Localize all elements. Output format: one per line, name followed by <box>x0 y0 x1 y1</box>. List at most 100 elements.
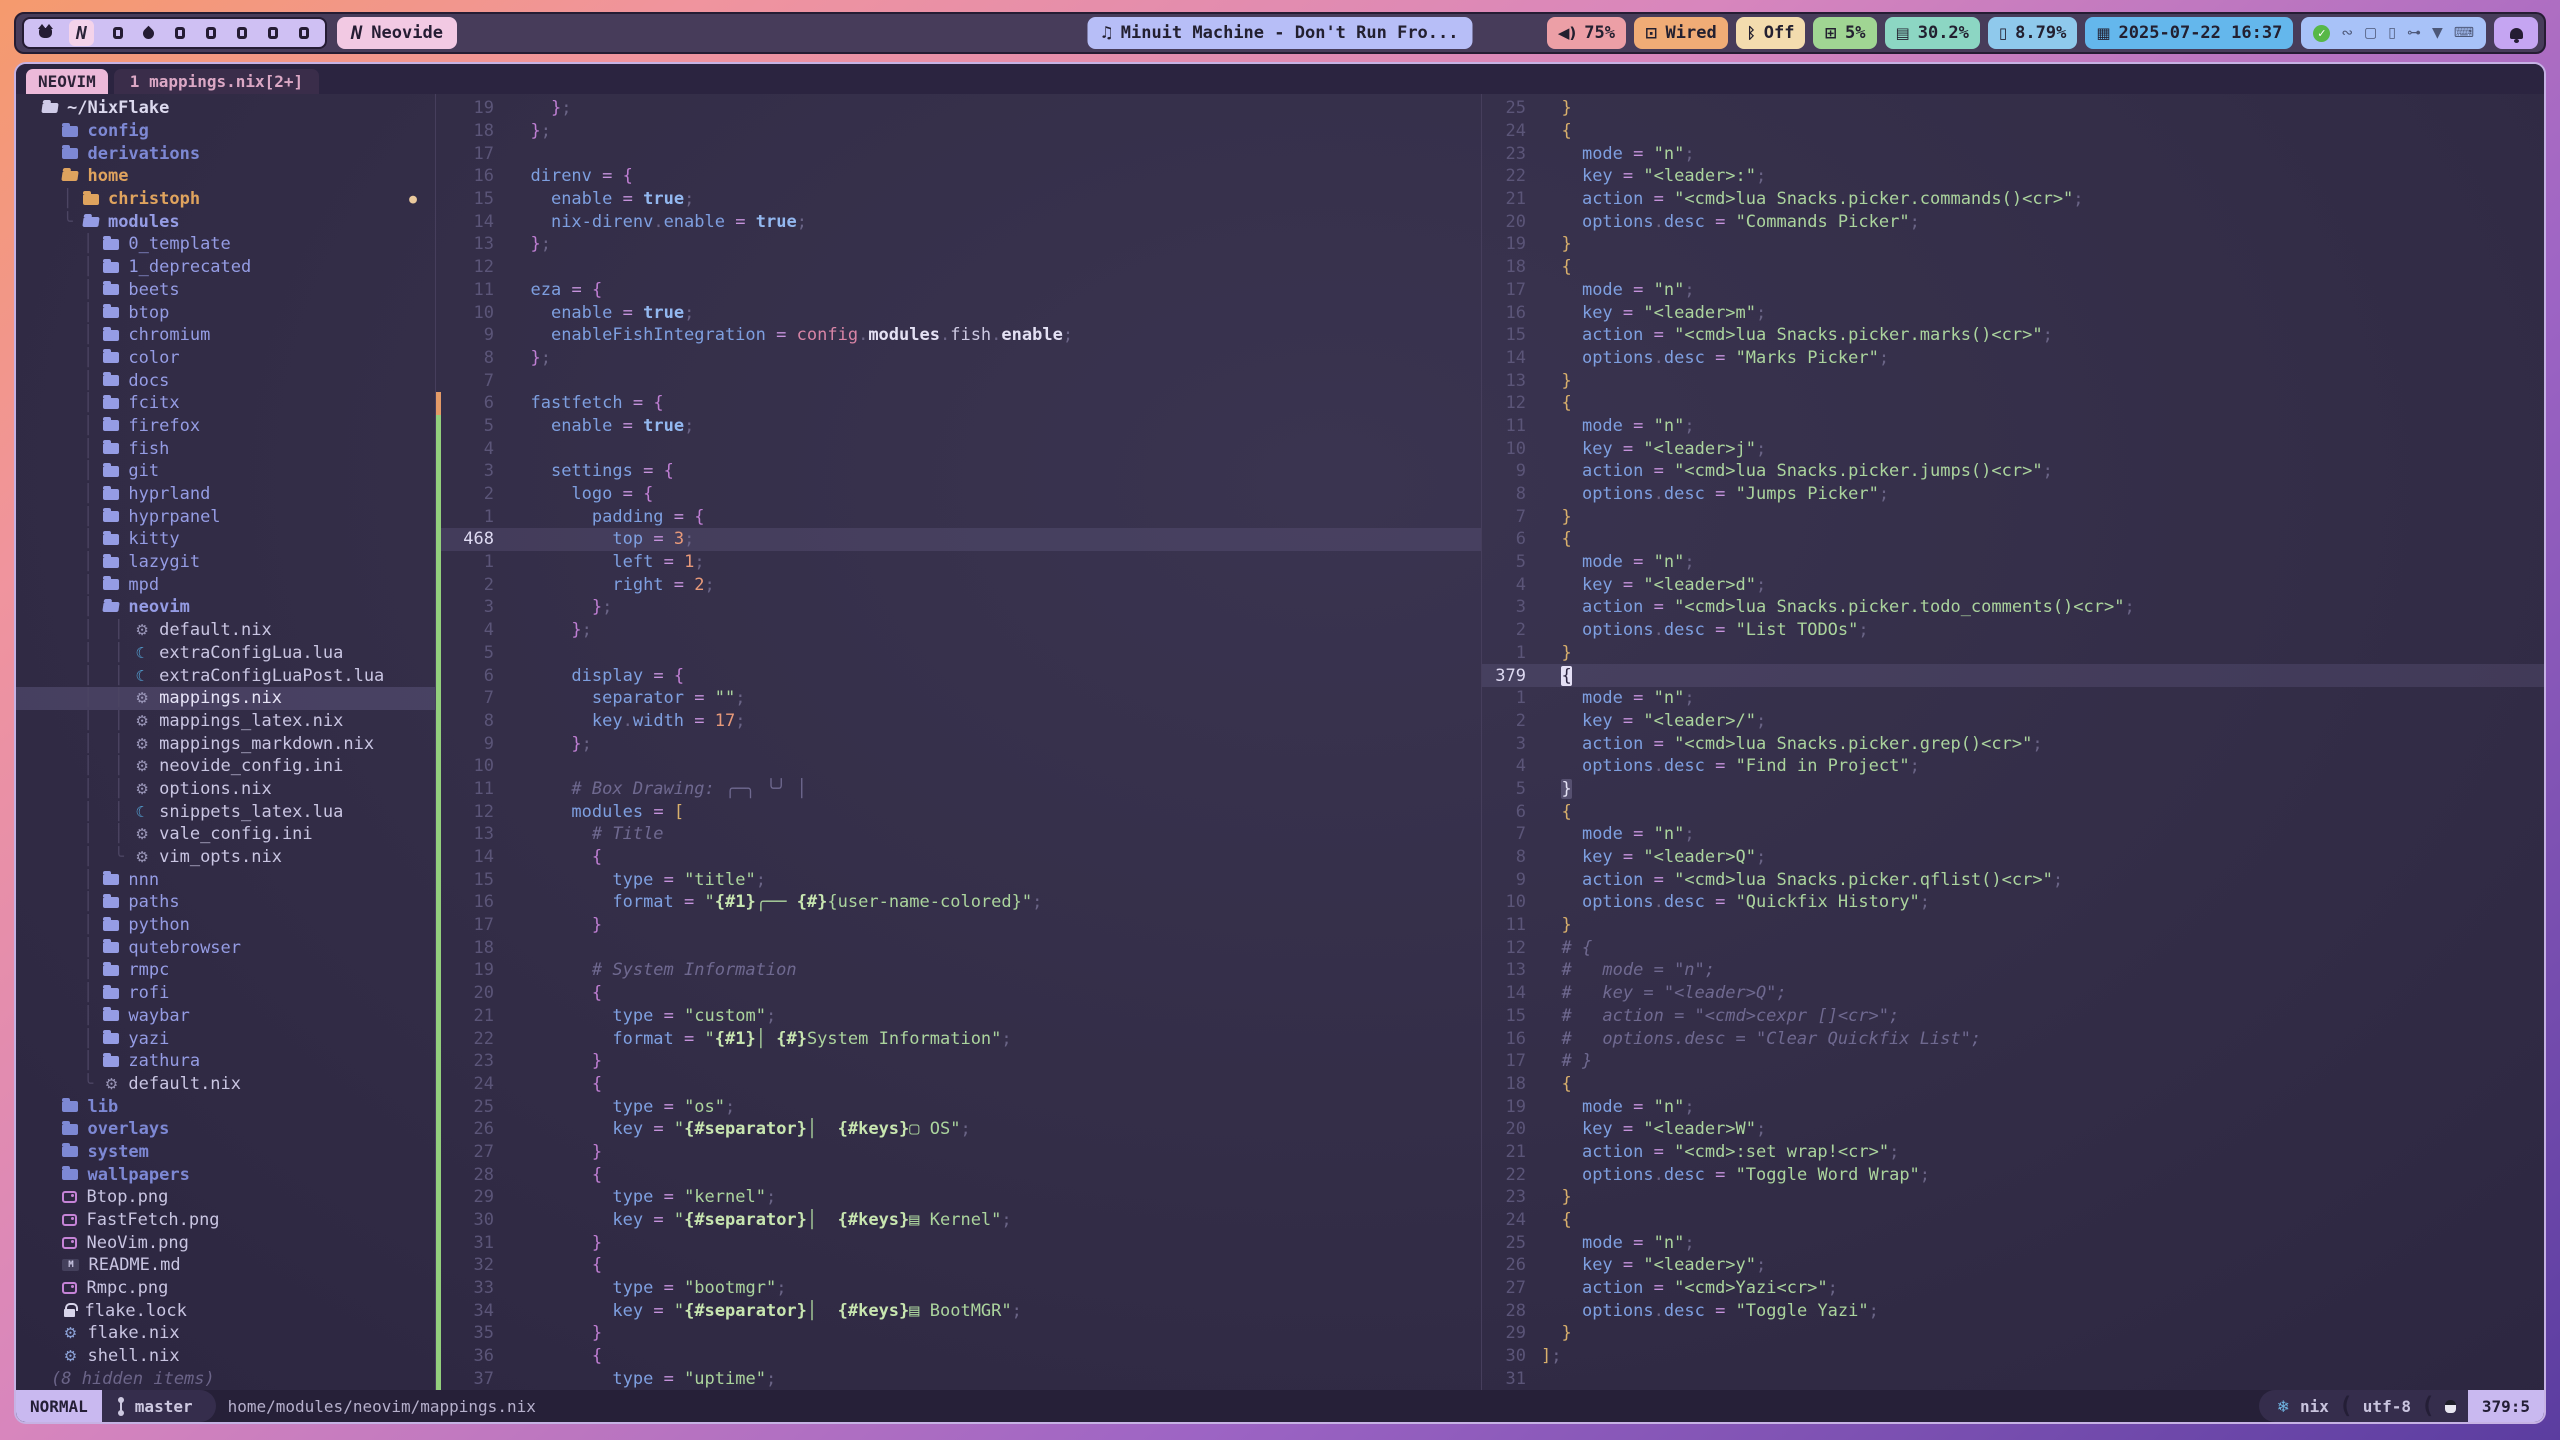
code-line[interactable]: 29 type = "kernel"; <box>436 1186 1481 1209</box>
tree-item-0-template[interactable]: │ 0_template <box>42 233 435 256</box>
code-line[interactable]: 2 key = "<leader>/"; <box>1482 710 2544 733</box>
code-line[interactable]: 20 { <box>436 982 1481 1005</box>
tree-item-kitty[interactable]: │ kitty <box>42 528 435 551</box>
tree-item-flake-lock[interactable]: flake.lock <box>42 1299 435 1322</box>
code-line[interactable]: 3 }; <box>436 596 1481 619</box>
funnel-tray-icon[interactable]: ▼ <box>2432 25 2443 41</box>
code-line[interactable]: 36 { <box>436 1345 1481 1368</box>
tree-item-rofi[interactable]: │ rofi <box>42 982 435 1005</box>
code-line[interactable]: 18 { <box>1482 256 2544 279</box>
code-line[interactable]: 14 { <box>436 846 1481 869</box>
code-line[interactable]: 20 options.desc = "Commands Picker"; <box>1482 210 2544 233</box>
file-tree[interactable]: ~/NixFlake config derivations home │ chr… <box>16 94 436 1390</box>
code-line[interactable]: 19 } <box>1482 233 2544 256</box>
code-line[interactable]: 11 # Box Drawing: ╭─╮ ╰╯ │ <box>436 778 1481 801</box>
code-line[interactable]: 15 type = "title"; <box>436 868 1481 891</box>
tree-item-rmpc-png[interactable]: Rmpc.png <box>42 1277 435 1300</box>
code-line[interactable]: 20 key = "<leader>W"; <box>1482 1118 2544 1141</box>
disk-pill[interactable]: ▯8.79% <box>1988 17 2077 49</box>
workspace-9[interactable] <box>297 20 311 46</box>
code-line[interactable]: 379 { <box>1482 664 2544 687</box>
code-line[interactable]: 17 mode = "n"; <box>1482 279 2544 302</box>
tree-item-chromium[interactable]: │ chromium <box>42 324 435 347</box>
workspace-2[interactable]: N <box>69 20 94 46</box>
code-line[interactable]: 28 options.desc = "Toggle Yazi"; <box>1482 1299 2544 1322</box>
code-line[interactable]: 18 <box>436 936 1481 959</box>
code-line[interactable]: 12 { <box>1482 392 2544 415</box>
workspace-3[interactable] <box>111 20 125 46</box>
code-line[interactable]: 21 action = "<cmd>lua Snacks.picker.comm… <box>1482 188 2544 211</box>
workspace-6[interactable] <box>204 20 218 46</box>
code-line[interactable]: 27 action = "<cmd>Yazi<cr>"; <box>1482 1277 2544 1300</box>
code-line[interactable]: 8 options.desc = "Jumps Picker"; <box>1482 483 2544 506</box>
tree-item-btop[interactable]: │ btop <box>42 301 435 324</box>
code-line[interactable]: 17 } <box>436 914 1481 937</box>
code-line[interactable]: 3 action = "<cmd>lua Snacks.picker.todo_… <box>1482 596 2544 619</box>
code-line[interactable]: 11 eza = { <box>436 279 1481 302</box>
tree-item-neovide-config-ini[interactable]: │ │ ⚙neovide_config.ini <box>42 755 435 778</box>
code-line[interactable]: 9 }; <box>436 732 1481 755</box>
code-line[interactable]: 19 # System Information <box>436 959 1481 982</box>
code-line[interactable]: 25 type = "os"; <box>436 1095 1481 1118</box>
notifications-button[interactable] <box>2494 17 2538 49</box>
tree-item-vim-opts-nix[interactable]: │ ╰ ⚙vim_opts.nix <box>42 846 435 869</box>
workspace-1[interactable] <box>38 20 52 46</box>
tree-item-readme-md[interactable]: MREADME.md <box>42 1254 435 1277</box>
code-line[interactable]: 33 type = "bootmgr"; <box>436 1277 1481 1300</box>
code-line[interactable]: 2 options.desc = "List TODOs"; <box>1482 619 2544 642</box>
code-line[interactable]: 27 } <box>436 1141 1481 1164</box>
code-line[interactable]: 34 key = "{#separator}│ {#keys}▤ BootMGR… <box>436 1299 1481 1322</box>
tree-item-derivations[interactable]: derivations <box>42 142 435 165</box>
tree-item-christoph[interactable]: │ christoph● <box>42 188 435 211</box>
editor-left-pane[interactable]: 19 };18 };1716 direnv = {15 enable = tru… <box>436 94 1482 1390</box>
code-line[interactable]: 6 fastfetch = { <box>436 392 1481 415</box>
code-line[interactable]: 13 } <box>1482 369 2544 392</box>
tree-item-waybar[interactable]: │ waybar <box>42 1005 435 1028</box>
code-line[interactable]: 4 <box>436 437 1481 460</box>
code-line[interactable]: 11 } <box>1482 914 2544 937</box>
code-line[interactable]: 8 }; <box>436 347 1481 370</box>
code-line[interactable]: 9 action = "<cmd>lua Snacks.picker.jumps… <box>1482 460 2544 483</box>
code-line[interactable]: 28 { <box>436 1163 1481 1186</box>
bluetooth-pill[interactable]: ᛒOff <box>1736 17 1806 49</box>
code-line[interactable]: 19 mode = "n"; <box>1482 1095 2544 1118</box>
code-line[interactable]: 12 modules = [ <box>436 800 1481 823</box>
tree-item-neovim-png[interactable]: NeoVim.png <box>42 1231 435 1254</box>
tree-item-lazygit[interactable]: │ lazygit <box>42 551 435 574</box>
git-branch-segment[interactable]: master <box>102 1390 199 1422</box>
code-line[interactable]: 26 key = "{#separator}│ {#keys}▢ OS"; <box>436 1118 1481 1141</box>
code-line[interactable]: 16 # options.desc = "Clear Quickfix List… <box>1482 1027 2544 1050</box>
tree-item-8-hidden-items[interactable]: (8 hidden items) <box>42 1368 435 1391</box>
code-line[interactable]: 7 <box>436 369 1481 392</box>
code-line[interactable]: 8 key = "<leader>Q"; <box>1482 846 2544 869</box>
tree-item-snippets-latex-lua[interactable]: │ │ ☾snippets_latex.lua <box>42 800 435 823</box>
code-line[interactable]: 7 } <box>1482 505 2544 528</box>
tree-item-fish[interactable]: │ fish <box>42 437 435 460</box>
workspace-8[interactable] <box>266 20 280 46</box>
code-line[interactable]: 23 mode = "n"; <box>1482 142 2544 165</box>
code-line[interactable]: 15 # action = "<cmd>cexpr []<cr>"; <box>1482 1005 2544 1028</box>
tab-mappings-nix[interactable]: 1 mappings.nix[2+] <box>114 69 319 94</box>
tree-item-mappings-markdown-nix[interactable]: │ │ ⚙mappings_markdown.nix <box>42 732 435 755</box>
workspace-7[interactable] <box>235 20 249 46</box>
workspace-4[interactable] <box>142 20 156 46</box>
code-line[interactable]: 4 }; <box>436 619 1481 642</box>
code-line[interactable]: 13 # Title <box>436 823 1481 846</box>
code-line[interactable]: 21 type = "custom"; <box>436 1005 1481 1028</box>
tree-item-shell-nix[interactable]: ⚙shell.nix <box>42 1345 435 1368</box>
tree-item-extraconfiglua-lua[interactable]: │ │ ☾extraConfigLua.lua <box>42 642 435 665</box>
code-line[interactable]: 24 { <box>1482 1209 2544 1232</box>
tree-item-paths[interactable]: │ paths <box>42 891 435 914</box>
code-line[interactable]: 31 <box>1482 1368 2544 1391</box>
code-line[interactable]: 19 }; <box>436 97 1481 120</box>
code-line[interactable]: 23 } <box>436 1050 1481 1073</box>
code-line[interactable]: 7 mode = "n"; <box>1482 823 2544 846</box>
tree-item-config[interactable]: config <box>42 120 435 143</box>
tree-item-fcitx[interactable]: │ fcitx <box>42 392 435 415</box>
now-playing-widget[interactable]: ♫ Minuit Machine - Don't Run Fro... <box>1087 17 1472 49</box>
tree-item-system[interactable]: system <box>42 1141 435 1164</box>
code-line[interactable]: 24 { <box>436 1073 1481 1096</box>
code-line[interactable]: 22 format = "{#1}│ {#}System Information… <box>436 1027 1481 1050</box>
code-line[interactable]: 13 }; <box>436 233 1481 256</box>
code-line[interactable]: 15 enable = true; <box>436 188 1481 211</box>
